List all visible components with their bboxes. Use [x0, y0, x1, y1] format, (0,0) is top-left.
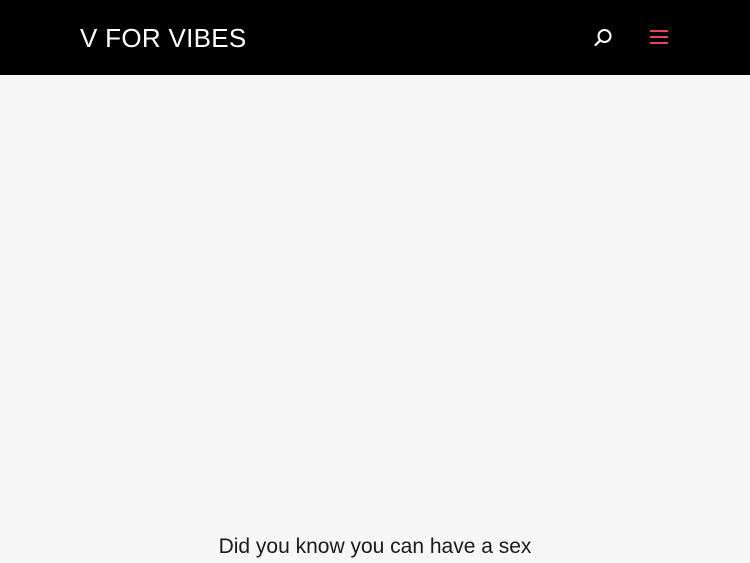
site-logo[interactable]: V FOR VIBES	[80, 22, 247, 54]
hero-image-area	[0, 75, 750, 515]
search-button[interactable]	[590, 25, 616, 51]
site-header: V FOR VIBES	[0, 0, 750, 75]
search-icon	[594, 29, 612, 47]
article-headline: Did you know you can have a sex	[218, 535, 532, 558]
menu-button[interactable]	[648, 27, 672, 47]
